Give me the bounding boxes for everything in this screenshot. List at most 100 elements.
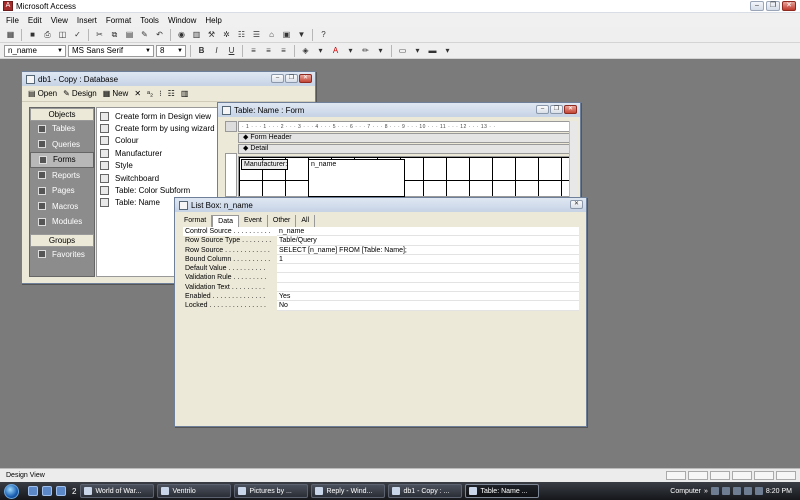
control-source-field[interactable]: n_name xyxy=(277,227,579,237)
manufacturer-label-control[interactable]: Manufacturer: xyxy=(241,159,288,170)
computer-toolbar-label[interactable]: Computer xyxy=(670,488,701,495)
tab-all[interactable]: All xyxy=(296,215,316,227)
special-effect-icon[interactable]: ▬ xyxy=(426,44,439,57)
row-source-field[interactable]: SELECT [n_name] FROM [Table: Name]; xyxy=(277,245,579,255)
restore-icon[interactable]: ❐ xyxy=(766,1,780,11)
menu-edit[interactable]: Edit xyxy=(28,16,42,25)
default-value-field[interactable] xyxy=(277,264,579,274)
align-center-icon[interactable]: ≡ xyxy=(262,44,275,57)
delete-icon[interactable]: ✕ xyxy=(134,89,141,98)
n-name-listbox-control[interactable]: n_name xyxy=(308,159,405,197)
save-icon[interactable]: ■ xyxy=(26,28,39,41)
field-list-icon[interactable]: ▥ xyxy=(190,28,203,41)
spelling-icon[interactable]: ✓ xyxy=(71,28,84,41)
detail-section-grid[interactable] xyxy=(238,156,572,197)
print-preview-icon[interactable]: ◫ xyxy=(56,28,69,41)
new-button[interactable]: ▦ New xyxy=(103,89,129,98)
menu-window[interactable]: Window xyxy=(168,16,196,25)
menu-file[interactable]: File xyxy=(6,16,19,25)
italic-button[interactable]: I xyxy=(210,44,223,57)
minimize-icon[interactable]: – xyxy=(536,105,549,114)
close-icon[interactable]: ✕ xyxy=(570,200,583,209)
menu-view[interactable]: View xyxy=(51,16,68,25)
objects-header[interactable]: Objects xyxy=(30,108,94,121)
chevron-down-icon[interactable]: ▾ xyxy=(374,44,387,57)
details-view-icon[interactable]: ▥ xyxy=(181,89,189,98)
menu-help[interactable]: Help xyxy=(205,16,221,25)
validation-text-field[interactable] xyxy=(277,282,579,293)
enabled-field[interactable]: Yes xyxy=(277,292,579,302)
close-icon[interactable]: ✕ xyxy=(299,74,312,83)
object-reports[interactable]: Reports xyxy=(30,168,94,184)
font-color-icon[interactable]: A xyxy=(329,44,342,57)
close-icon[interactable]: ✕ xyxy=(564,105,577,114)
code-icon[interactable]: ☷ xyxy=(235,28,248,41)
tab-data[interactable]: Data xyxy=(212,215,239,227)
validation-rule-field[interactable] xyxy=(277,273,579,283)
help-icon[interactable]: ? xyxy=(317,28,330,41)
restore-icon[interactable]: ❐ xyxy=(285,74,298,83)
menu-tools[interactable]: Tools xyxy=(140,16,159,25)
large-icons-view-icon[interactable]: ᵃ₂ xyxy=(147,89,153,98)
tab-other[interactable]: Other xyxy=(268,215,297,227)
print-icon[interactable]: ⎙ xyxy=(41,28,54,41)
properties-icon[interactable]: ☰ xyxy=(250,28,263,41)
cut-icon[interactable]: ✂ xyxy=(93,28,106,41)
font-size-combo[interactable]: 8 ▼ xyxy=(156,44,186,57)
object-macros[interactable]: Macros xyxy=(30,199,94,215)
chevron-down-icon[interactable]: ▾ xyxy=(344,44,357,57)
tab-event[interactable]: Event xyxy=(239,215,268,227)
object-modules[interactable]: Modules xyxy=(30,214,94,230)
font-combo[interactable]: MS Sans Serif ▼ xyxy=(68,44,154,57)
tray-icon[interactable] xyxy=(721,487,730,495)
underline-button[interactable]: U xyxy=(225,44,238,57)
horizontal-ruler[interactable]: · 1 · · · 1 · · · 2 · · · 3 · · · 4 · · … xyxy=(238,121,572,132)
hyperlink-icon[interactable]: ◉ xyxy=(175,28,188,41)
detail-bar[interactable]: ◆ Detail xyxy=(238,144,572,154)
list-view-icon[interactable]: ☷ xyxy=(168,89,175,98)
taskbar-button[interactable]: db1 - Copy : ... xyxy=(388,484,463,498)
minimize-icon[interactable]: – xyxy=(750,1,764,11)
toolbox-icon[interactable]: ⚒ xyxy=(205,28,218,41)
small-icons-view-icon[interactable]: ⁝ xyxy=(159,89,162,98)
clock[interactable]: 8:20 PM xyxy=(766,488,792,495)
tray-icon[interactable] xyxy=(732,487,741,495)
view-icon[interactable]: ▦ xyxy=(4,28,17,41)
restore-icon[interactable]: ❐ xyxy=(550,105,563,114)
align-left-icon[interactable]: ≡ xyxy=(247,44,260,57)
align-right-icon[interactable]: ≡ xyxy=(277,44,290,57)
object-tables[interactable]: Tables xyxy=(30,121,94,137)
property-sheet-titlebar[interactable]: List Box: n_name xyxy=(175,198,586,212)
groups-header[interactable]: Groups xyxy=(30,233,94,247)
line-color-icon[interactable]: ✏ xyxy=(359,44,372,57)
switch-windows-icon[interactable] xyxy=(56,486,66,496)
taskbar-button[interactable]: World of War... xyxy=(80,484,155,498)
chevron-down-icon[interactable]: ▾ xyxy=(314,44,327,57)
object-combo[interactable]: n_name ▼ xyxy=(4,44,66,57)
chevron-right-icon[interactable]: » xyxy=(704,488,708,495)
format-painter-icon[interactable]: ✎ xyxy=(138,28,151,41)
bound-column-field[interactable]: 1 xyxy=(277,254,579,265)
row-source-type-field[interactable]: Table/Query xyxy=(277,236,579,246)
taskbar-button[interactable]: Ventrilo xyxy=(157,484,232,498)
bold-button[interactable]: B xyxy=(195,44,208,57)
line-width-icon[interactable]: ▭ xyxy=(396,44,409,57)
database-window-icon[interactable]: ▣ xyxy=(280,28,293,41)
show-desktop-icon[interactable] xyxy=(42,486,52,496)
volume-icon[interactable] xyxy=(754,487,763,495)
network-icon[interactable] xyxy=(743,487,752,495)
taskbar-button[interactable]: Pictures by ... xyxy=(234,484,309,498)
locked-field[interactable]: No xyxy=(277,301,579,311)
autoformat-icon[interactable]: ✲ xyxy=(220,28,233,41)
object-forms[interactable]: Forms xyxy=(30,152,94,168)
object-queries[interactable]: Queries xyxy=(30,137,94,153)
minimize-icon[interactable]: – xyxy=(271,74,284,83)
chevron-down-icon[interactable]: ▾ xyxy=(411,44,424,57)
group-favorites[interactable]: Favorites xyxy=(30,247,94,263)
design-button[interactable]: ✎ Design xyxy=(63,89,97,98)
form-header-bar[interactable]: ◆ Form Header xyxy=(238,133,572,143)
taskbar-button-active[interactable]: Table: Name ... xyxy=(465,484,540,498)
menu-insert[interactable]: Insert xyxy=(77,16,97,25)
tab-format[interactable]: Format xyxy=(179,215,213,227)
open-button[interactable]: ▤ Open xyxy=(28,89,57,98)
